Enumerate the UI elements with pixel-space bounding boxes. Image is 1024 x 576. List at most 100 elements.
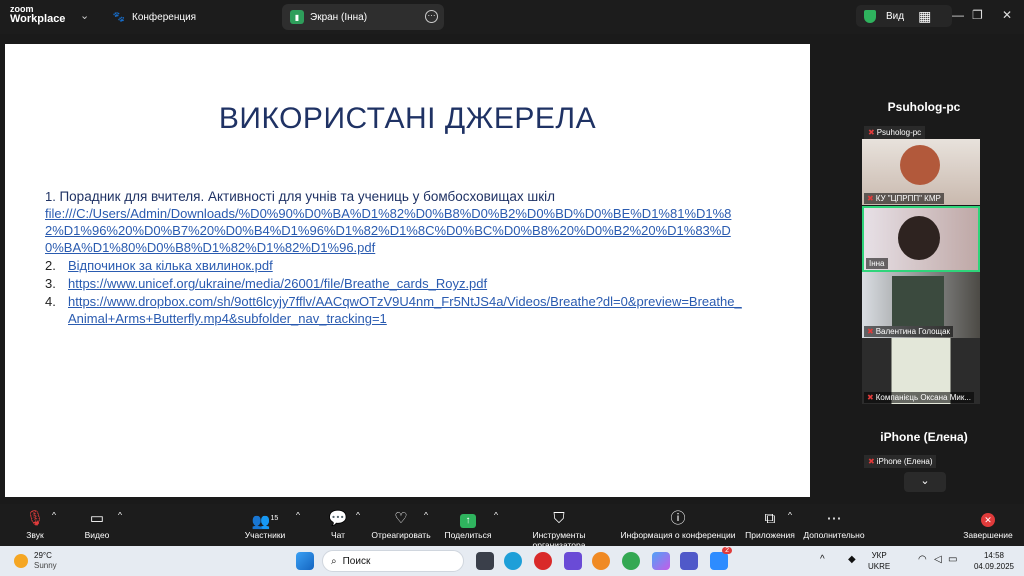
chevron-up-icon[interactable]: ^ (788, 510, 792, 520)
zoom-logo: zoom Workplace (10, 5, 65, 25)
logo-line2: Workplace (10, 13, 66, 25)
participants-button[interactable]: 👥15 Участники (242, 510, 288, 540)
share-button[interactable]: ↑ Поделиться (442, 510, 494, 540)
mic-muted-icon: ✖ (867, 393, 874, 402)
person-avatar (900, 145, 940, 185)
more-label: Дополнительно (803, 530, 865, 540)
search-box[interactable]: ⌕ Поиск (322, 550, 464, 572)
board-image (892, 276, 944, 326)
clock-date: 04.09.2025 (973, 562, 1015, 571)
list-item: 4. https://www.dropbox.com/sh/9ott6lcyjy… (45, 293, 745, 327)
battery-icon[interactable]: ▭ (948, 554, 957, 565)
language-indicator[interactable]: УКР UKRE (868, 550, 890, 572)
end-icon: ✕ (962, 510, 1014, 530)
lang-line1: УКР (871, 551, 887, 560)
audio-label: Звук (26, 530, 44, 540)
weather-temp: 29°C (34, 551, 52, 560)
view-button[interactable]: Вид ▦ (856, 5, 952, 27)
video-label: Видео (84, 530, 110, 540)
chevron-up-icon[interactable]: ^ (424, 510, 428, 520)
video-tile[interactable]: ✖ КУ "ЦПРПП" КМР (862, 139, 980, 205)
audio-button[interactable]: 🎙 Звук (20, 510, 50, 540)
share-label: Поделиться (444, 530, 492, 540)
close-icon[interactable]: ✕ (1002, 8, 1012, 22)
tile-label-text: Валентина Голощак (875, 327, 951, 336)
view-label: Вид (886, 10, 905, 22)
wifi-icon[interactable]: ◠ (918, 554, 927, 565)
list-item: 3. https://www.unicef.org/ukraine/media/… (45, 275, 745, 292)
item-number: 4. (45, 294, 56, 309)
end-label: Завершение (963, 530, 1013, 540)
react-button[interactable]: ♡ Отреагировать (370, 510, 432, 540)
chevron-up-icon[interactable]: ^ (356, 510, 360, 520)
source-link[interactable]: Відпочинок за кілька хвилинок.pdf (68, 257, 273, 274)
tab-meeting[interactable]: 🐾 Конференция (104, 4, 274, 30)
tab-screen-label: Экран (Інна) (310, 11, 368, 23)
end-button[interactable]: ✕ Завершение (962, 510, 1014, 540)
video-tile[interactable]: ✖ Валентина Голощак (862, 272, 980, 338)
host-tools-button[interactable]: ⛉ Инструменты организатора (506, 510, 612, 550)
source-link[interactable]: https://www.unicef.org/ukraine/media/260… (68, 275, 487, 292)
participant-gallery: Psuholog-pc ✖ Psuholog-pc ✖ КУ "ЦПРПП" КМР… (824, 34, 1024, 504)
firefox-icon[interactable] (592, 552, 610, 570)
windows-start-icon[interactable] (296, 552, 314, 570)
tile-label: ✖ Валентина Голощак (864, 326, 954, 337)
share-up-icon: ↑ (442, 510, 494, 530)
chevron-up-icon[interactable]: ^ (296, 510, 300, 520)
source-link[interactable]: file:///C:/Users/Admin/Downloads/%D0%90%… (45, 206, 731, 255)
mic-muted-icon: ✖ (868, 128, 875, 137)
gallery-scroll-button[interactable]: ⌄ (904, 472, 946, 492)
minimize-icon[interactable]: — (952, 8, 964, 22)
clock[interactable]: 14:58 04.09.2025 (968, 550, 1020, 572)
tile-label-text: Компанієць Оксана Мик... (875, 393, 971, 402)
grid-icon: ▦ (918, 7, 932, 24)
video-tile[interactable]: ✖ Компанієць Оксана Мик... (862, 338, 980, 404)
apps-label: Приложения (745, 530, 795, 540)
title-bar: zoom Workplace ⌄ 🐾 Конференция ▮ Экран (… (0, 0, 1024, 34)
participant-tag: ✖ Psuholog-pc (864, 126, 926, 139)
windows-taskbar: 29°C Sunny ⌕ Поиск 2 ^ ◆ УКР UKRE ◠ ◁ ▭ … (0, 546, 1024, 576)
shared-screen: ВИКОРИСТАНІ ДЖЕРЕЛА 1. Порадник для вчит… (0, 34, 820, 504)
video-button[interactable]: ▭ Видео (82, 510, 112, 540)
source-link[interactable]: https://www.dropbox.com/sh/9ott6lcyjy7ff… (68, 293, 745, 327)
participant-tag-label: iPhone (Елена) (876, 457, 933, 466)
tile-label-text: КУ "ЦПРПП" КМР (875, 194, 941, 203)
meeting-info-button[interactable]: ⓘ Информация о конференции (620, 510, 736, 540)
volume-icon[interactable]: ◁ (934, 554, 942, 565)
chat-label: Чат (330, 530, 346, 540)
tile-label: ✖ КУ "ЦПРПП" КМР (864, 193, 944, 204)
chrome-icon[interactable] (622, 552, 640, 570)
shield-icon: ⛉ (553, 510, 565, 527)
notification-badge: 2 (722, 547, 732, 554)
sources-list: 1. Порадник для вчителя. Активності для … (45, 188, 745, 328)
copilot-icon[interactable] (652, 552, 670, 570)
group-name: iPhone (Елена) (880, 430, 968, 444)
lang-line2: UKRE (868, 562, 891, 571)
chevron-up-icon[interactable]: ^ (494, 510, 498, 520)
restore-icon[interactable]: ❐ (972, 8, 983, 22)
edge-icon[interactable] (504, 552, 522, 570)
weather-widget[interactable]: 29°C Sunny (14, 551, 57, 571)
tab-meeting-label: Конференция (132, 11, 197, 23)
zoom-taskbar-icon[interactable]: 2 (710, 547, 732, 570)
chevron-down-icon: ⌄ (920, 475, 930, 487)
more-button[interactable]: ⋯ Дополнительно (802, 510, 866, 540)
chevron-up-icon[interactable]: ^ (52, 510, 56, 520)
shield-icon (864, 9, 876, 23)
teams-icon[interactable] (680, 552, 698, 570)
chevron-up-icon[interactable]: ^ (118, 510, 122, 520)
tile-label: Інна (866, 258, 888, 269)
chevron-up-icon[interactable]: ^ (820, 554, 825, 565)
heart-icon: ♡ (394, 510, 408, 527)
task-view-icon[interactable] (476, 552, 494, 570)
tab-screen-share[interactable]: ▮ Экран (Інна) ··· (282, 4, 444, 30)
viber-icon[interactable] (564, 552, 582, 570)
meeting-toolbar: 🎙 Звук ^ ▭ Видео ^ 👥15 Участники ^ 💬 Чат… (0, 504, 1024, 550)
video-tile-active[interactable]: Інна (862, 206, 980, 272)
chevron-down-icon[interactable]: ⌄ (80, 9, 89, 22)
more-options-icon[interactable]: ··· (425, 10, 438, 23)
mic-muted-icon: 🎙 (25, 510, 45, 527)
dropbox-icon[interactable]: ◆ (848, 554, 856, 565)
chat-button[interactable]: 💬 Чат (326, 510, 350, 540)
opera-icon[interactable] (534, 552, 552, 570)
